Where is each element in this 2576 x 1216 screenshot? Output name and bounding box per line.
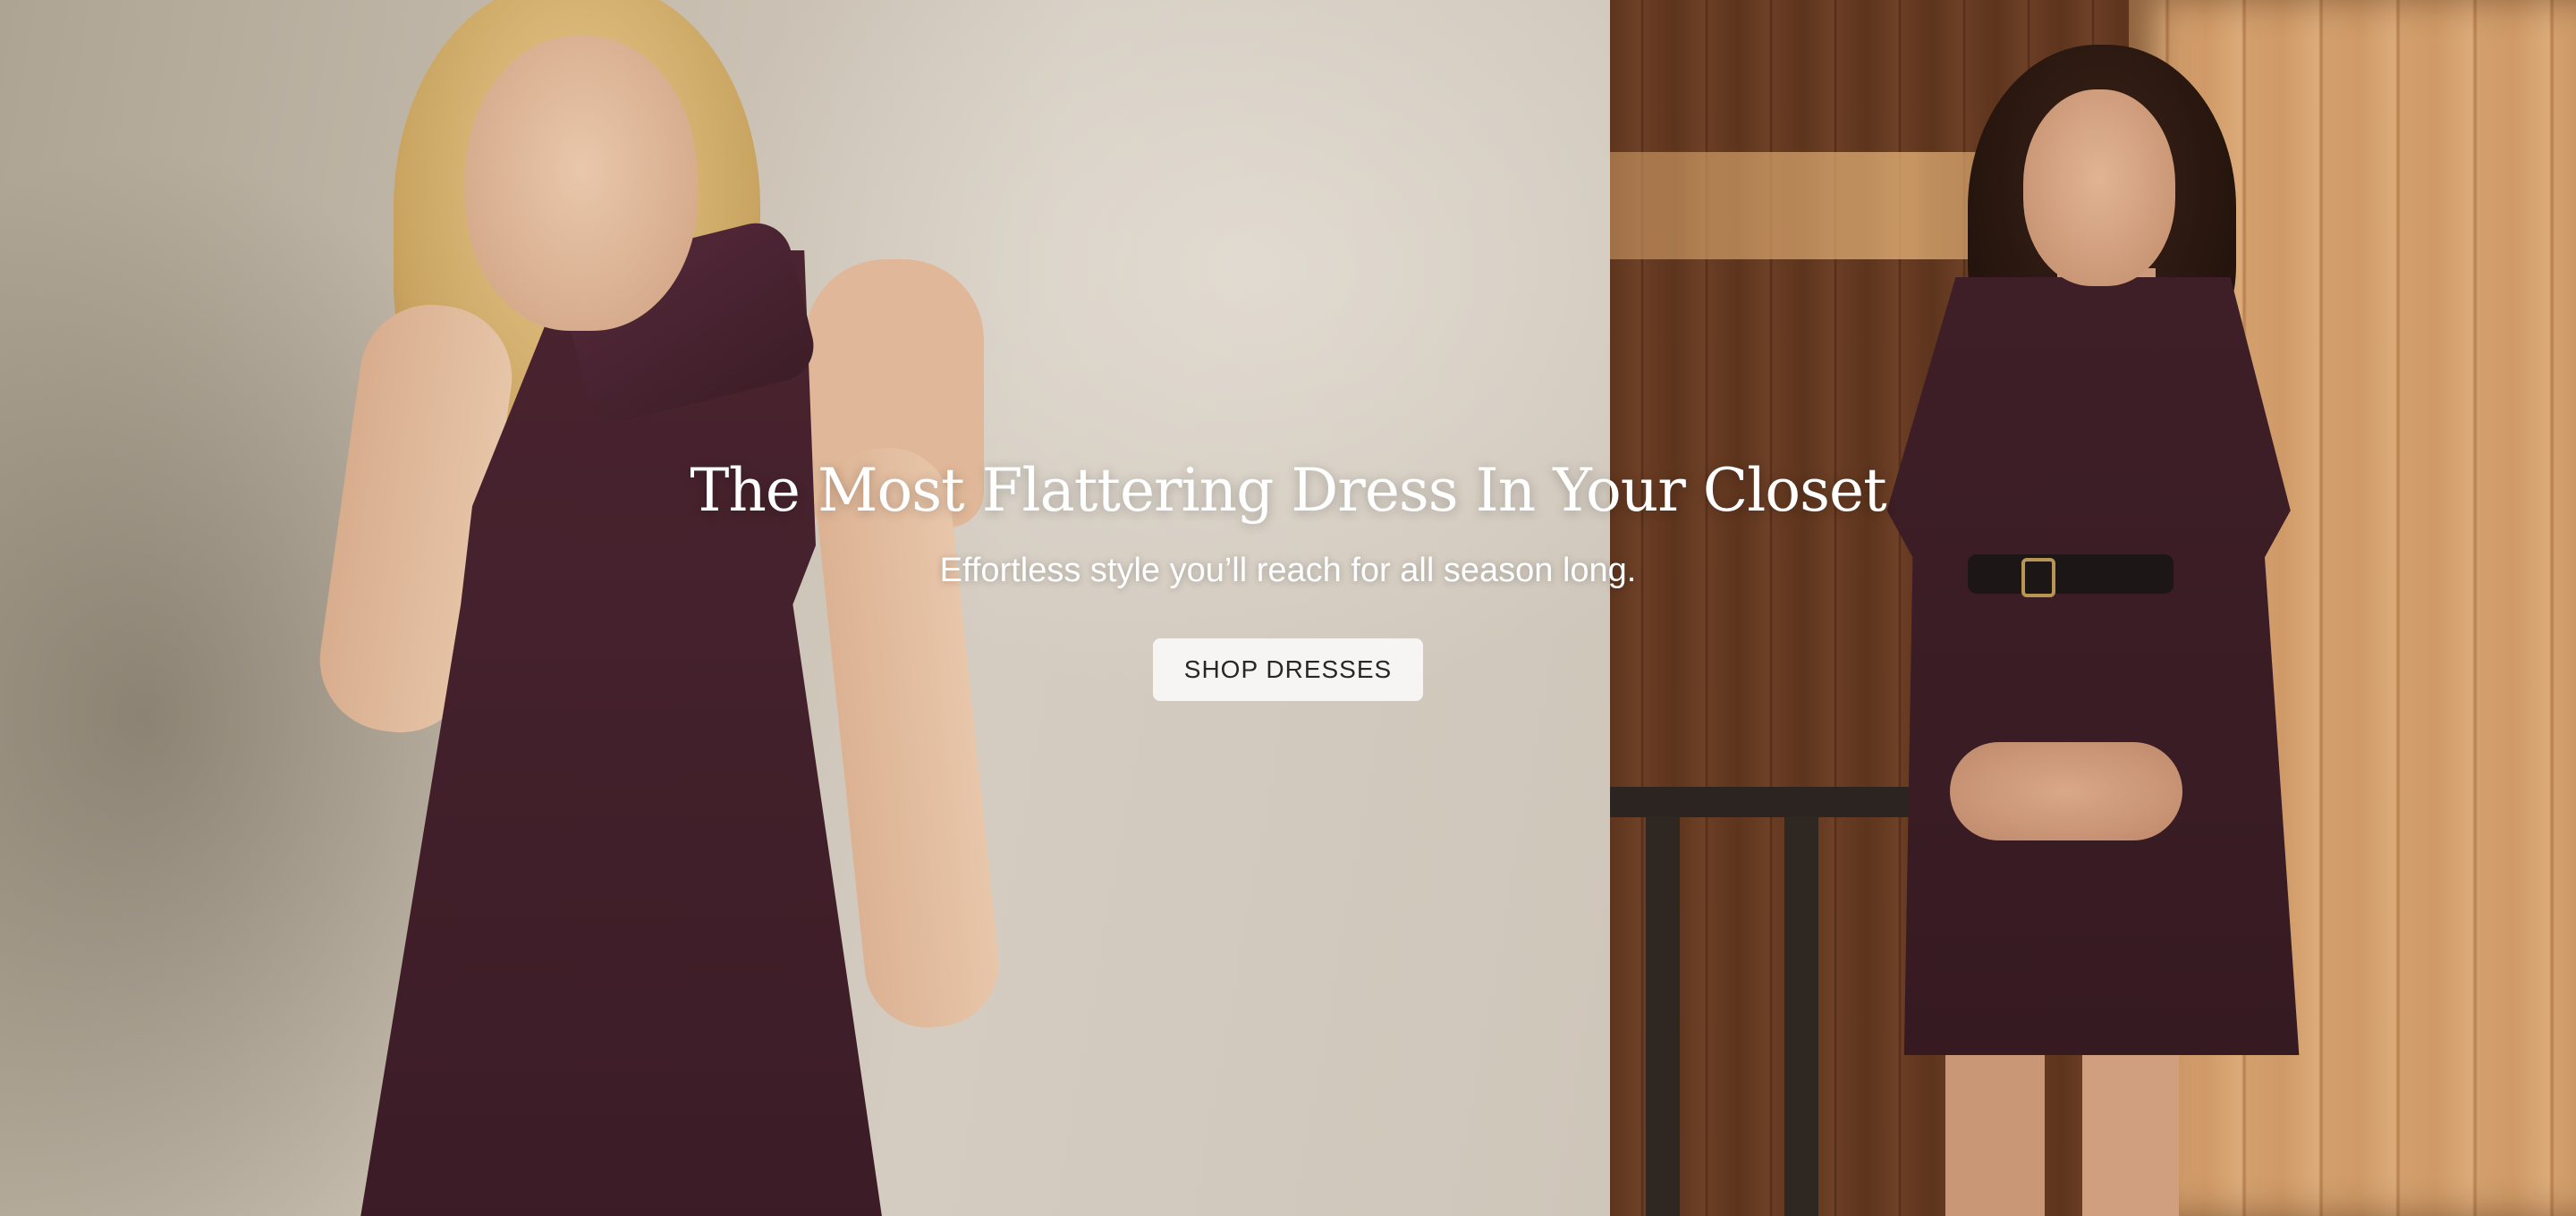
hero-headline: The Most Flattering Dress In Your Closet bbox=[690, 456, 1886, 525]
shop-dresses-button[interactable]: SHOP DRESSES bbox=[1153, 638, 1423, 701]
hero-content: The Most Flattering Dress In Your Closet… bbox=[0, 0, 2576, 1216]
hero-banner: The Most Flattering Dress In Your Closet… bbox=[0, 0, 2576, 1216]
hero-subheadline: Effortless style you’ll reach for all se… bbox=[939, 552, 1637, 589]
